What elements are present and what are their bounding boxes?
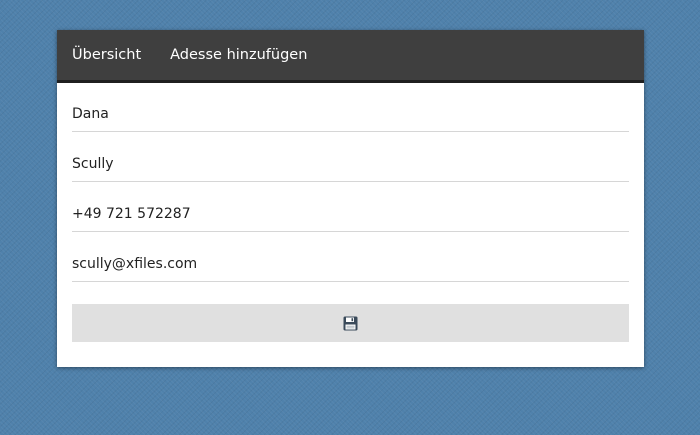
last-name-input[interactable]	[72, 156, 629, 181]
phone-field-wrapper	[72, 182, 629, 232]
nav-link-overview[interactable]: Übersicht	[72, 47, 141, 63]
email-field-wrapper	[72, 232, 629, 282]
first-name-input[interactable]	[72, 106, 629, 131]
nav-link-add-address[interactable]: Adesse hinzufügen	[170, 47, 307, 63]
address-card: Übersicht Adesse hinzufügen	[57, 30, 644, 367]
save-button[interactable]	[72, 304, 629, 342]
first-name-field-wrapper	[72, 83, 629, 132]
top-navbar: Übersicht Adesse hinzufügen	[57, 30, 644, 83]
email-input[interactable]	[72, 256, 629, 281]
last-name-field-wrapper	[72, 132, 629, 182]
address-form	[57, 83, 644, 342]
floppy-disk-icon	[343, 316, 358, 331]
phone-input[interactable]	[72, 206, 629, 231]
